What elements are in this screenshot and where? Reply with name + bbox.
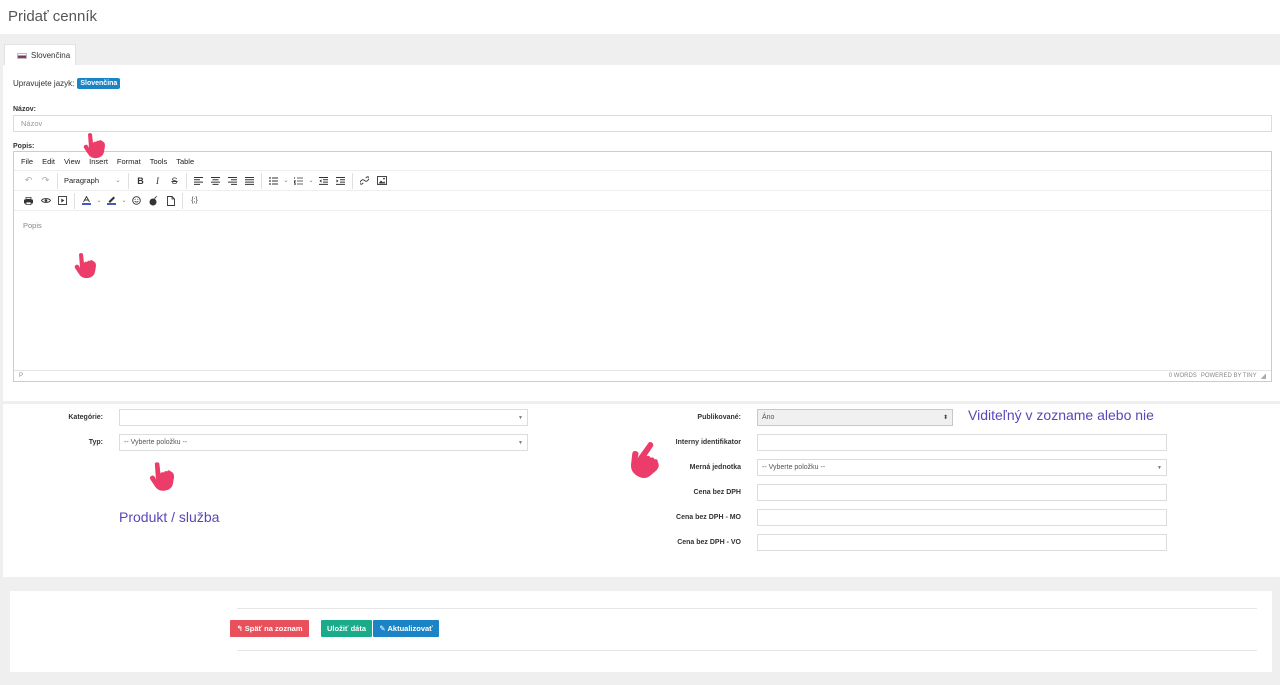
numbered-list-icon[interactable]: [290, 174, 307, 188]
chevron-down-icon[interactable]: ⌄: [307, 177, 315, 184]
slovak-flag-icon: [17, 52, 27, 59]
bullet-list-icon[interactable]: [265, 174, 282, 188]
chevron-down-icon[interactable]: ⌄: [120, 197, 128, 204]
caret-down-icon: ▼: [518, 439, 523, 446]
print-icon[interactable]: [20, 194, 37, 208]
align-right-icon[interactable]: [224, 174, 241, 188]
price-label: Cena bez DPH: [693, 489, 741, 496]
element-path[interactable]: P: [19, 373, 23, 379]
text-color-icon[interactable]: [78, 194, 95, 208]
menu-file[interactable]: File: [21, 157, 33, 166]
strikethrough-icon[interactable]: S: [166, 174, 183, 188]
outdent-icon[interactable]: [315, 174, 332, 188]
editing-language-label: Upravujete jazyk:: [13, 79, 75, 88]
category-label: Kategórie:: [68, 414, 103, 421]
menu-edit[interactable]: Edit: [42, 157, 55, 166]
pointing-hand-icon: [149, 462, 175, 491]
menu-table[interactable]: Table: [176, 157, 194, 166]
bold-icon[interactable]: B: [132, 174, 149, 188]
chevron-down-icon: ⌄: [115, 178, 121, 184]
visible-annotation: Viditeľný v zozname alebo nie: [968, 407, 1154, 423]
internal-id-input[interactable]: [757, 434, 1167, 451]
undo-icon[interactable]: ↶: [20, 174, 37, 188]
language-badge: Slovenčina: [77, 78, 121, 89]
menu-view[interactable]: View: [64, 157, 80, 166]
unit-select-value: -- Vyberte položku --: [762, 464, 826, 471]
bomb-icon[interactable]: [145, 194, 162, 208]
code-icon[interactable]: {;}: [186, 194, 203, 208]
tab-slovencina[interactable]: Slovenčina: [4, 44, 76, 66]
update-button[interactable]: ✎ Aktualizovať: [373, 620, 439, 637]
menu-tools[interactable]: Tools: [150, 157, 168, 166]
caret-down-icon: ▼: [518, 414, 523, 421]
link-icon[interactable]: [356, 174, 373, 188]
powered-by-tiny[interactable]: POWERED BY TINY: [1201, 373, 1257, 379]
block-format-select[interactable]: Paragraph ⌄: [61, 174, 125, 188]
align-left-icon[interactable]: [190, 174, 207, 188]
divider: [237, 608, 1257, 609]
preview-icon[interactable]: [37, 194, 54, 208]
save-button-label: Uložiť dáta: [326, 624, 366, 633]
name-input[interactable]: Názov: [13, 115, 1272, 132]
name-label: Názov:: [13, 106, 36, 113]
price-mo-input[interactable]: [757, 509, 1167, 526]
word-count: 0 WORDS: [1168, 373, 1197, 379]
price-vo-label: Cena bez DPH - VO: [677, 539, 741, 546]
editor-statusbar: P 0 WORDS POWERED BY TINY ◢: [14, 370, 1271, 381]
menu-format[interactable]: Format: [117, 157, 141, 166]
emoticon-icon[interactable]: [128, 194, 145, 208]
back-button-label: Späť na zoznam: [244, 624, 303, 633]
align-center-icon[interactable]: [207, 174, 224, 188]
product-service-annotation: Produkt / služba: [119, 509, 220, 525]
back-arrow-icon: ↰: [236, 624, 243, 633]
published-select-value: Áno: [762, 414, 775, 421]
edit-icon: ✎: [379, 624, 386, 633]
category-select[interactable]: ▼: [119, 409, 528, 426]
indent-icon[interactable]: [332, 174, 349, 188]
description-placeholder: Popis: [23, 221, 42, 230]
page-title: Pridať cenník: [8, 8, 98, 25]
updown-icon: ⬍: [942, 415, 948, 421]
redo-icon[interactable]: ↷: [37, 174, 54, 188]
divider: [237, 650, 1257, 651]
editor-content-area[interactable]: Popis: [14, 212, 1271, 371]
pointing-hand-icon: [83, 133, 105, 159]
tab-label: Slovenčina: [31, 51, 71, 60]
update-button-label: Aktualizovať: [387, 624, 433, 633]
description-label: Popis:: [13, 143, 35, 150]
unit-select[interactable]: -- Vyberte položku -- ▼: [757, 459, 1167, 476]
actions-panel: ↰ Späť na zoznam Uložiť dáta ✎ Aktualizo…: [10, 591, 1272, 672]
resize-handle-icon[interactable]: ◢: [1261, 372, 1266, 380]
back-to-list-button[interactable]: ↰ Späť na zoznam: [230, 620, 309, 637]
chevron-down-icon[interactable]: ⌄: [282, 177, 290, 184]
highlight-color-icon[interactable]: [103, 194, 120, 208]
price-vo-input[interactable]: [757, 534, 1167, 551]
type-select[interactable]: -- Vyberte položku -- ▼: [119, 434, 528, 451]
language-panel: Upravujete jazyk: Slovenčina Názov: Názo…: [3, 65, 1280, 401]
pointing-hand-icon: [74, 253, 96, 279]
published-label: Publikované:: [697, 414, 741, 421]
block-format-value: Paragraph: [64, 176, 100, 185]
pointing-hand-icon: [630, 442, 659, 478]
image-icon[interactable]: [373, 174, 390, 188]
document-icon[interactable]: [162, 194, 179, 208]
type-select-value: -- Vyberte položku --: [124, 439, 188, 446]
type-label: Typ:: [88, 439, 103, 446]
italic-icon[interactable]: I: [149, 174, 166, 188]
align-justify-icon[interactable]: [241, 174, 258, 188]
media-icon[interactable]: [54, 194, 71, 208]
editor-menubar: File Edit View Insert Format Tools Table: [14, 152, 1271, 171]
caret-down-icon: ▼: [1157, 464, 1162, 471]
price-mo-label: Cena bez DPH - MO: [676, 514, 741, 521]
chevron-down-icon[interactable]: ⌄: [95, 197, 103, 204]
save-data-button[interactable]: Uložiť dáta: [321, 620, 372, 637]
published-select[interactable]: Áno ⬍: [757, 409, 953, 426]
editing-language: Upravujete jazyk: Slovenčina: [13, 78, 121, 89]
name-input-placeholder: Názov: [21, 119, 43, 128]
rich-text-editor: File Edit View Insert Format Tools Table…: [13, 151, 1272, 382]
details-form: Kategórie: ▼ Typ: -- Vyberte položku -- …: [3, 404, 1280, 577]
editor-toolbar-1: ↶ ↷ Paragraph ⌄ B I S ⌄ ⌄: [14, 171, 1271, 191]
editor-toolbar-2: ⌄ ⌄ {;}: [14, 191, 1271, 211]
price-input[interactable]: [757, 484, 1167, 501]
